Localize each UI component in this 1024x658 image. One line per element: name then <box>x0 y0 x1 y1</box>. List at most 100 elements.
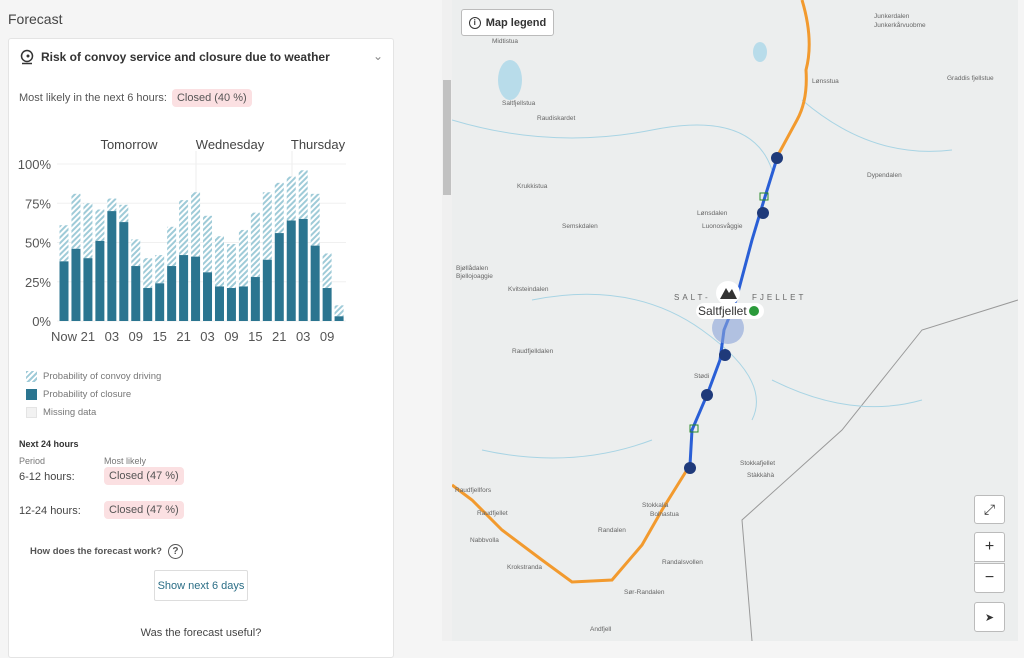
bar-closure <box>214 286 224 321</box>
bar-closure <box>286 220 296 321</box>
bar-closure <box>226 288 236 321</box>
place-label: Krukkistua <box>517 183 548 190</box>
feedback-question: Was the forecast useful? <box>140 627 262 639</box>
day-label: Wednesday <box>196 137 265 152</box>
most-likely-label: Most likely in the next 6 hours: <box>19 92 167 104</box>
show-next-days-button[interactable]: Show next 6 days <box>154 570 248 601</box>
bar-closure <box>298 218 308 321</box>
x-tick-label: 09 <box>129 329 143 344</box>
scrollbar-thumb[interactable] <box>443 80 451 195</box>
x-tick-label: Now <box>51 329 78 344</box>
bar-closure <box>322 288 332 321</box>
status-badge: Closed (47 %) <box>104 501 184 519</box>
hatch-swatch-icon <box>26 371 37 382</box>
bar-convoy <box>334 305 344 317</box>
place-label: Sør-Randalen <box>624 589 665 596</box>
bar-convoy <box>250 212 260 278</box>
bar-convoy <box>203 215 213 273</box>
legend-label: Missing data <box>43 407 97 418</box>
bar-closure <box>203 272 213 321</box>
place-label: Lønsdalen <box>697 210 728 217</box>
x-tick-label: 21 <box>272 329 286 344</box>
place-label: Krokstranda <box>507 564 543 571</box>
zoom-out-button[interactable]: − <box>974 563 1005 593</box>
bar-convoy <box>95 209 105 241</box>
place-label: Bjellojoaggie <box>456 273 493 280</box>
place-label: Bjøllådalen <box>456 265 489 272</box>
bar-convoy <box>286 176 296 221</box>
legend-convoy: Probability of convoy driving <box>26 371 161 382</box>
place-label: Stàkkàhà <box>747 472 775 479</box>
y-tick-label: 25% <box>25 275 51 290</box>
bar-closure <box>262 259 272 321</box>
place-label: Stokkafjellet <box>740 460 776 467</box>
card-title: Risk of convoy service and closure due t… <box>41 50 330 64</box>
marker-label[interactable]: Saltfjellet <box>698 304 747 318</box>
bar-closure <box>167 266 177 321</box>
place-label: Luonosvåggie <box>702 223 743 230</box>
map-canvas[interactable] <box>452 0 1018 641</box>
legend-closure: Probability of closure <box>26 389 131 400</box>
region-label: SALT- <box>674 293 711 302</box>
x-tick-label: 21 <box>176 329 190 344</box>
legend-missing: Missing data <box>26 407 96 418</box>
question-icon[interactable]: ? <box>167 544 183 559</box>
x-tick-label: 03 <box>105 329 119 344</box>
bar-convoy <box>131 239 141 267</box>
map[interactable]: Saltfjellet SALT- FJELLET Midtistua Saltf… <box>452 0 1018 641</box>
day-label: Thursday <box>291 137 346 152</box>
bar-closure <box>131 266 141 321</box>
place-label: Randalen <box>598 527 626 534</box>
weather-gauge-icon <box>20 49 34 65</box>
empty-swatch-icon <box>26 407 37 418</box>
bar-convoy <box>179 200 189 256</box>
bar-convoy <box>322 253 332 289</box>
place-label: Saltfjellstua <box>502 100 536 107</box>
x-tick-label: 15 <box>152 329 166 344</box>
card-header[interactable]: Risk of convoy service and closure due t… <box>19 49 330 65</box>
x-tick-label: 15 <box>248 329 262 344</box>
bar-convoy <box>310 193 320 246</box>
place-label: Andfjell <box>590 626 612 633</box>
zoom-in-button[interactable]: + <box>974 532 1005 562</box>
place-label: Nabbvolla <box>470 537 499 544</box>
most-likely-row: Most likely in the next 6 hours: Closed … <box>19 89 252 107</box>
bar-convoy <box>274 182 284 234</box>
forecast-chart: 0% 25% 50% 75% 100% Tomorrow Wednesday Thursday… <box>18 137 346 344</box>
legend-label: Probability of closure <box>43 389 132 400</box>
bar-closure <box>143 288 153 321</box>
bar-convoy <box>119 204 129 223</box>
status-dot <box>749 306 759 316</box>
status-badge: Closed (47 %) <box>104 467 184 485</box>
road-orange <box>776 0 811 156</box>
place-label: Raudfjellet <box>477 510 508 517</box>
x-tick-label: 03 <box>200 329 214 344</box>
bar-closure <box>83 258 93 321</box>
fullscreen-button[interactable]: ⤢ <box>974 495 1005 524</box>
road-orange <box>452 464 692 584</box>
bar-convoy <box>214 236 224 287</box>
bar-closure <box>238 286 248 321</box>
bar-closure <box>95 240 105 321</box>
x-tick-label: 09 <box>224 329 238 344</box>
period-row-1: 6-12 hours: <box>19 471 75 483</box>
x-tick-label: 03 <box>296 329 310 344</box>
map-legend-button[interactable]: i Map legend <box>461 9 554 36</box>
next24-title: Next 24 hours <box>19 439 79 449</box>
bar-closure <box>119 222 129 321</box>
bar-convoy <box>83 203 93 259</box>
place-label: Randalsvollen <box>662 559 703 566</box>
help-link[interactable]: How does the forecast work?? <box>30 544 183 559</box>
bar-closure <box>274 233 284 321</box>
forecast-card: Risk of convoy service and closure due t… <box>8 38 394 658</box>
place-label: Midtistua <box>492 38 519 45</box>
bar-closure <box>250 277 260 321</box>
chevron-down-icon[interactable]: ⌄ <box>373 49 383 63</box>
solid-swatch-icon <box>26 389 37 400</box>
y-tick-label: 50% <box>25 236 51 251</box>
bar-closure <box>310 245 320 321</box>
forecast-panel: Forecast Risk of convoy service and clos… <box>0 0 442 658</box>
region-label: FJELLET <box>752 293 807 302</box>
place-label: Dypendalen <box>867 172 902 179</box>
locate-button[interactable]: ➤ <box>974 602 1005 632</box>
